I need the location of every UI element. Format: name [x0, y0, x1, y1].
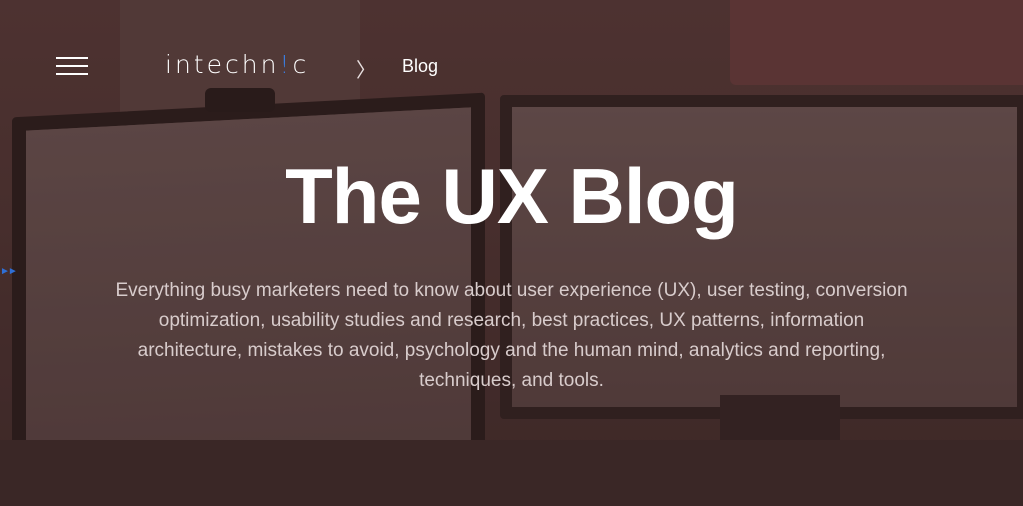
hero-section: ►► intechn!c 〉 Blog The UX Blog Everythi… — [0, 0, 1023, 506]
double-arrow-right-icon[interactable]: ►► — [0, 266, 18, 277]
hero-overlay — [0, 0, 1023, 506]
breadcrumb-blog-link[interactable]: Blog — [402, 56, 438, 77]
page-subtitle: Everything busy marketers need to know a… — [115, 280, 908, 391]
chevron-right-icon: 〉 — [356, 58, 376, 82]
logo-text-end: c — [292, 50, 310, 79]
hamburger-menu-icon[interactable] — [56, 57, 88, 77]
logo-text-start: intechn — [165, 50, 280, 79]
page-title: The UX Blog — [285, 152, 739, 240]
intechnic-logo[interactable]: intechn!c — [165, 50, 309, 79]
logo-exclamation: ! — [279, 50, 293, 79]
